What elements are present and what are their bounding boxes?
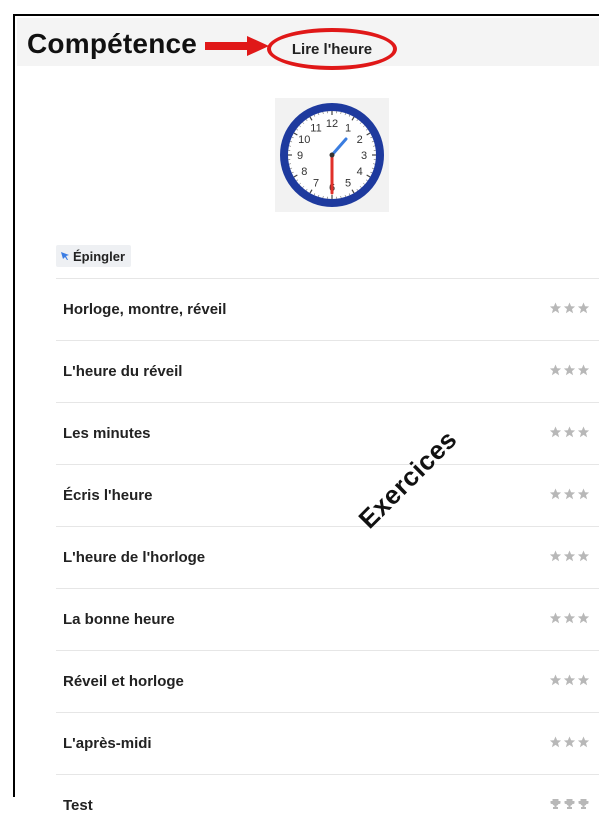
clock-number: 3 <box>361 150 367 162</box>
exercise-label: Écris l'heure <box>63 487 152 504</box>
star-icon <box>549 487 562 505</box>
exercise-status <box>549 527 599 588</box>
page-frame: Compétence Lire l'heure 121234567891011 … <box>13 14 599 797</box>
exercise-row[interactable]: Horloge, montre, réveil <box>56 278 599 340</box>
star-icon <box>563 611 576 629</box>
star-icon <box>577 487 590 505</box>
clock-number: 12 <box>326 118 338 130</box>
star-icon <box>549 363 562 381</box>
exercise-label: Réveil et horloge <box>63 673 184 690</box>
star-icon <box>549 611 562 629</box>
exercise-row[interactable]: La bonne heure <box>56 588 599 650</box>
clock-number: 4 <box>357 166 363 178</box>
exercise-status <box>549 589 599 650</box>
star-rating <box>549 549 590 567</box>
clock-number: 5 <box>345 178 351 190</box>
pin-button-label: Épingler <box>73 249 125 264</box>
star-icon <box>563 425 576 443</box>
exercise-label: Test <box>63 797 93 814</box>
exercise-row[interactable]: L'heure de l'horloge <box>56 526 599 588</box>
star-icon <box>549 301 562 319</box>
exercise-status <box>549 403 599 464</box>
exercise-row[interactable]: Test <box>56 774 599 836</box>
page-title: Compétence <box>27 28 197 60</box>
star-icon <box>577 301 590 319</box>
star-rating <box>549 611 590 629</box>
exercise-label: L'après-midi <box>63 735 152 752</box>
clock-number: 7 <box>313 178 319 190</box>
star-icon <box>577 549 590 567</box>
star-icon <box>549 425 562 443</box>
star-icon <box>549 549 562 567</box>
star-icon <box>563 363 576 381</box>
star-icon <box>577 363 590 381</box>
star-rating <box>549 301 590 319</box>
star-rating <box>549 673 590 691</box>
star-icon <box>563 487 576 505</box>
clock-number: 2 <box>357 134 363 146</box>
red-arrow-annotation <box>205 36 269 56</box>
star-icon <box>563 301 576 319</box>
star-icon <box>577 735 590 753</box>
skill-label: Lire l'heure <box>267 28 397 70</box>
star-rating <box>549 735 590 753</box>
exercise-list: Horloge, montre, réveil L'heure du réveil… <box>56 278 599 836</box>
exercise-status <box>549 713 599 774</box>
star-icon <box>549 735 562 753</box>
star-icon <box>563 673 576 691</box>
exercise-label: L'heure de l'horloge <box>63 549 205 566</box>
exercise-row[interactable]: Réveil et horloge <box>56 650 599 712</box>
star-icon <box>563 735 576 753</box>
clock-number: 10 <box>298 134 310 146</box>
trophy-rating <box>549 797 590 815</box>
clock-number: 11 <box>310 122 321 134</box>
star-icon <box>563 549 576 567</box>
skill-label-text: Lire l'heure <box>292 41 372 58</box>
pin-button[interactable]: Épingler <box>56 245 131 267</box>
trophy-icon <box>563 797 576 815</box>
clock-number: 1 <box>345 122 351 134</box>
star-rating <box>549 425 590 443</box>
clock-number: 9 <box>297 150 303 162</box>
star-icon <box>577 425 590 443</box>
exercise-row[interactable]: Les minutes <box>56 402 599 464</box>
exercise-row[interactable]: L'après-midi <box>56 712 599 774</box>
exercise-status <box>549 341 599 402</box>
clock-number: 8 <box>301 166 307 178</box>
exercise-label: L'heure du réveil <box>63 363 182 380</box>
exercise-status <box>549 775 599 836</box>
trophy-icon <box>549 797 562 815</box>
exercise-label: Les minutes <box>63 425 151 442</box>
exercise-label: Horloge, montre, réveil <box>63 301 226 318</box>
exercise-label: La bonne heure <box>63 611 175 628</box>
clock-image: 121234567891011 <box>275 98 389 212</box>
exercise-status <box>549 279 599 340</box>
exercise-row[interactable]: L'heure du réveil <box>56 340 599 402</box>
pin-icon <box>60 251 70 261</box>
star-icon <box>549 673 562 691</box>
star-icon <box>577 673 590 691</box>
trophy-icon <box>577 797 590 815</box>
star-rating <box>549 487 590 505</box>
exercise-status <box>549 651 599 712</box>
star-icon <box>577 611 590 629</box>
star-rating <box>549 363 590 381</box>
clock-icon: 121234567891011 <box>275 98 389 212</box>
exercise-row[interactable]: Écris l'heure <box>56 464 599 526</box>
exercise-status <box>549 465 599 526</box>
